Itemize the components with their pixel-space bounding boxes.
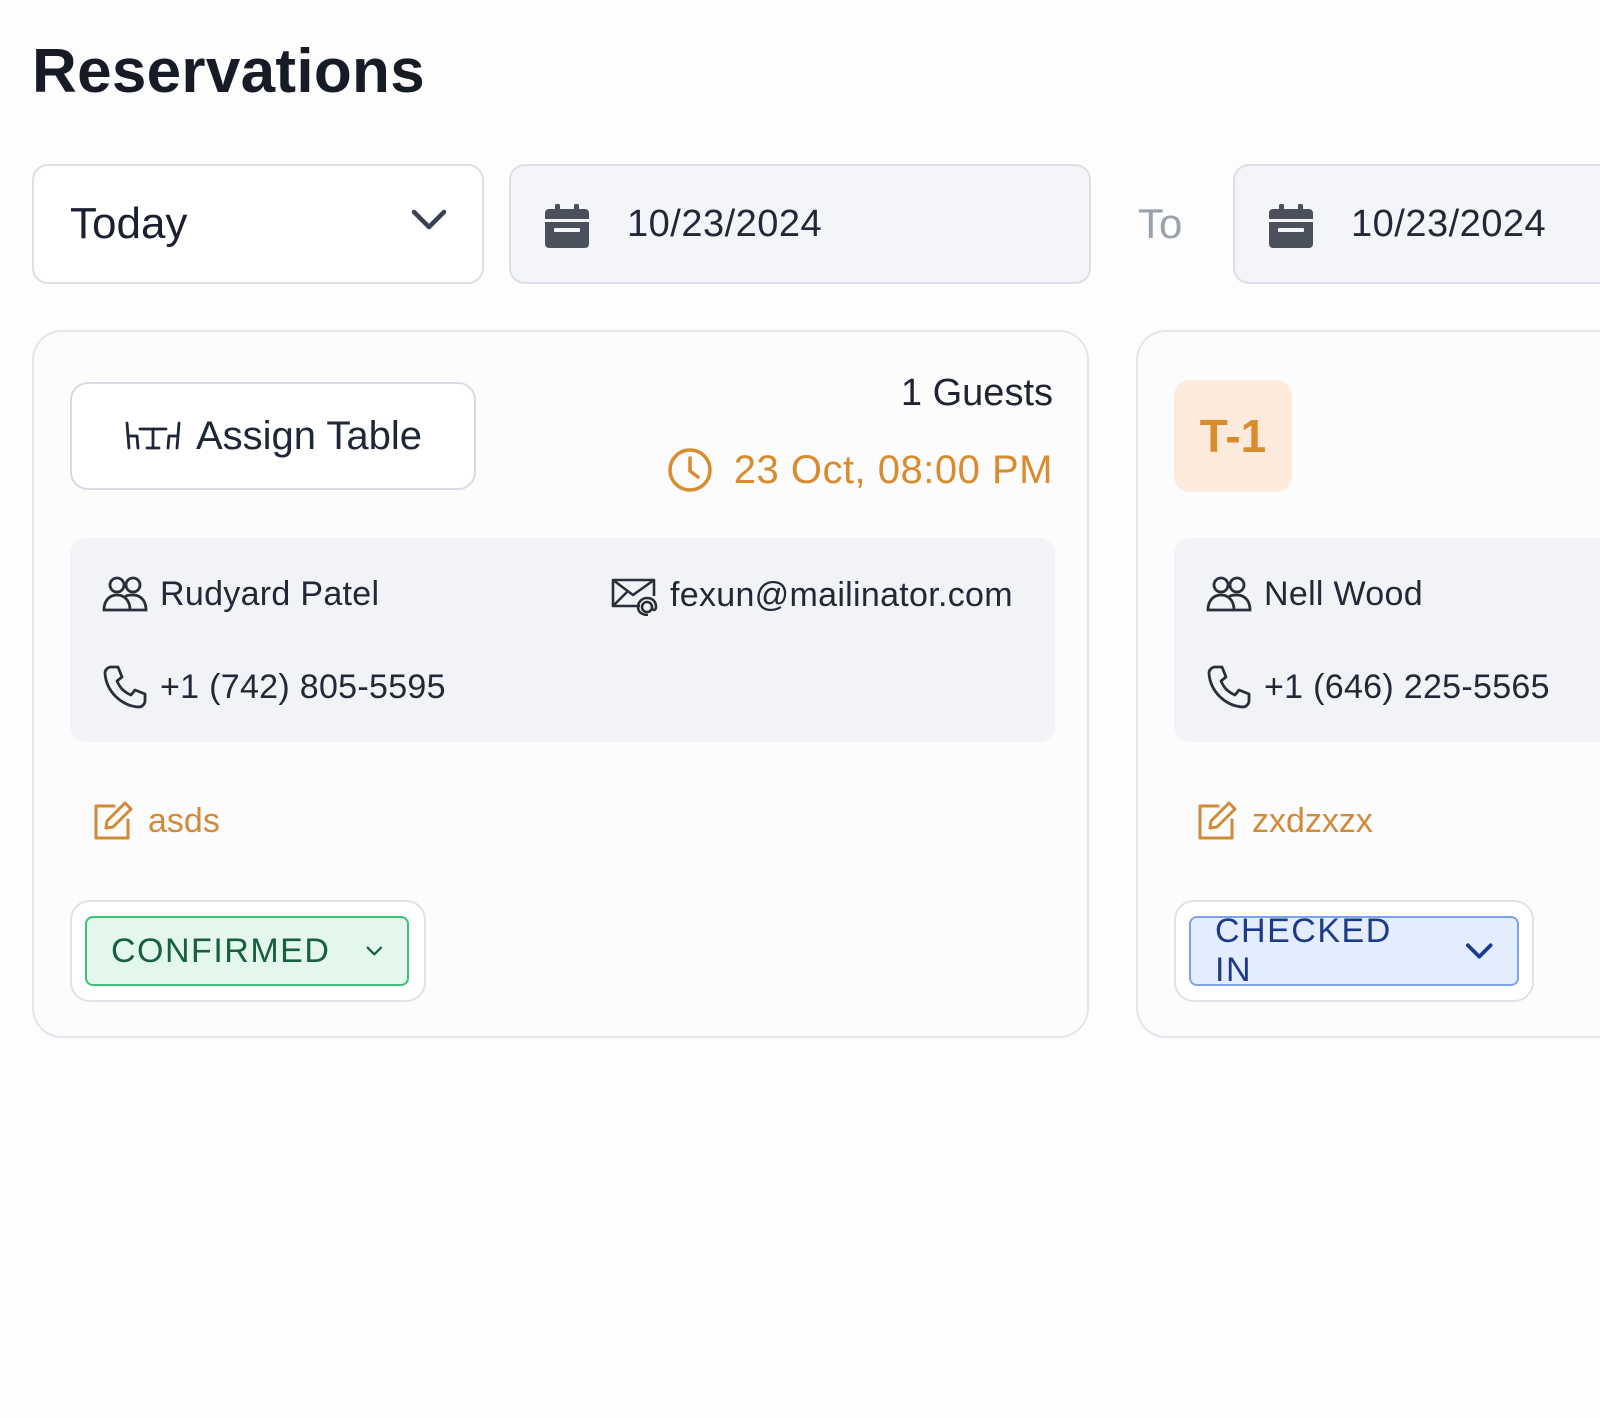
guest-name: Rudyard Patel bbox=[102, 574, 379, 614]
to-date-value: 10/23/2024 bbox=[1351, 202, 1547, 245]
note-text: asds bbox=[148, 801, 220, 840]
status-dropdown[interactable]: CHECKED IN bbox=[1189, 912, 1519, 989]
table-icon bbox=[125, 421, 181, 450]
calendar-icon bbox=[545, 204, 589, 248]
note-text: zxdzxzx bbox=[1252, 801, 1373, 840]
assign-table-button[interactable]: Assign Table bbox=[70, 382, 476, 490]
status-select-wrapper: CONFIRMED bbox=[70, 900, 426, 1002]
guest-phone-text: +1 (742) 805-5595 bbox=[160, 667, 446, 706]
guest-info-panel: Rudyard Patel fexun@mailinator.com +1 (7… bbox=[70, 538, 1055, 742]
mail-icon bbox=[611, 578, 658, 616]
page-title: Reservations bbox=[32, 37, 426, 106]
guest-name: Nell Wood bbox=[1206, 574, 1423, 614]
guest-phone: +1 (646) 225-5565 bbox=[1206, 664, 1550, 710]
guest-phone: +1 (742) 805-5595 bbox=[102, 664, 446, 710]
guest-phone-text: +1 (646) 225-5565 bbox=[1264, 667, 1550, 706]
guest-email-text: fexun@mailinator.com bbox=[670, 575, 1013, 614]
reservation-card: Assign Table 1 Guests 23 Oct, 08:00 PM R… bbox=[32, 330, 1089, 1038]
date-range-select[interactable]: Today bbox=[32, 164, 484, 284]
calendar-icon bbox=[1269, 204, 1313, 248]
reservation-note[interactable]: asds bbox=[92, 800, 220, 842]
reservation-note[interactable]: zxdzxzx bbox=[1196, 800, 1373, 842]
guest-count: 1 Guests bbox=[900, 372, 1053, 414]
phone-icon bbox=[1207, 665, 1251, 709]
users-icon bbox=[1206, 576, 1252, 612]
chevron-down-icon bbox=[366, 946, 383, 956]
date-range-value: Today bbox=[70, 199, 188, 248]
clock-icon bbox=[667, 448, 712, 492]
from-date-value: 10/23/2024 bbox=[627, 202, 823, 245]
to-date-field[interactable]: 10/23/2024 bbox=[1233, 164, 1600, 284]
status-select-wrapper: CHECKED IN bbox=[1174, 900, 1534, 1002]
chevron-down-icon bbox=[411, 209, 447, 230]
status-label: CHECKED IN bbox=[1215, 912, 1392, 989]
assign-table-label: Assign Table bbox=[195, 413, 423, 458]
reservation-card: T-1 Nell Wood +1 (646) 225-5565 zxdzxzx … bbox=[1136, 330, 1600, 1038]
status-label: CONFIRMED bbox=[111, 931, 331, 970]
phone-icon bbox=[103, 665, 147, 709]
reservation-datetime: 23 Oct, 08:00 PM bbox=[666, 446, 1053, 494]
table-badge[interactable]: T-1 bbox=[1174, 380, 1292, 492]
guest-info-panel: Nell Wood +1 (646) 225-5565 bbox=[1174, 538, 1600, 742]
edit-icon bbox=[94, 801, 133, 840]
chevron-down-icon bbox=[1465, 943, 1493, 959]
from-date-field[interactable]: 10/23/2024 bbox=[509, 164, 1091, 284]
guest-email: fexun@mailinator.com bbox=[610, 574, 1013, 616]
status-dropdown[interactable]: CONFIRMED bbox=[85, 916, 409, 986]
guest-name-text: Rudyard Patel bbox=[160, 574, 380, 613]
users-icon bbox=[102, 576, 148, 612]
guest-name-text: Nell Wood bbox=[1264, 574, 1423, 613]
datetime-text: 23 Oct, 08:00 PM bbox=[733, 447, 1053, 492]
to-label: To bbox=[1138, 200, 1183, 247]
edit-icon bbox=[1198, 801, 1237, 840]
